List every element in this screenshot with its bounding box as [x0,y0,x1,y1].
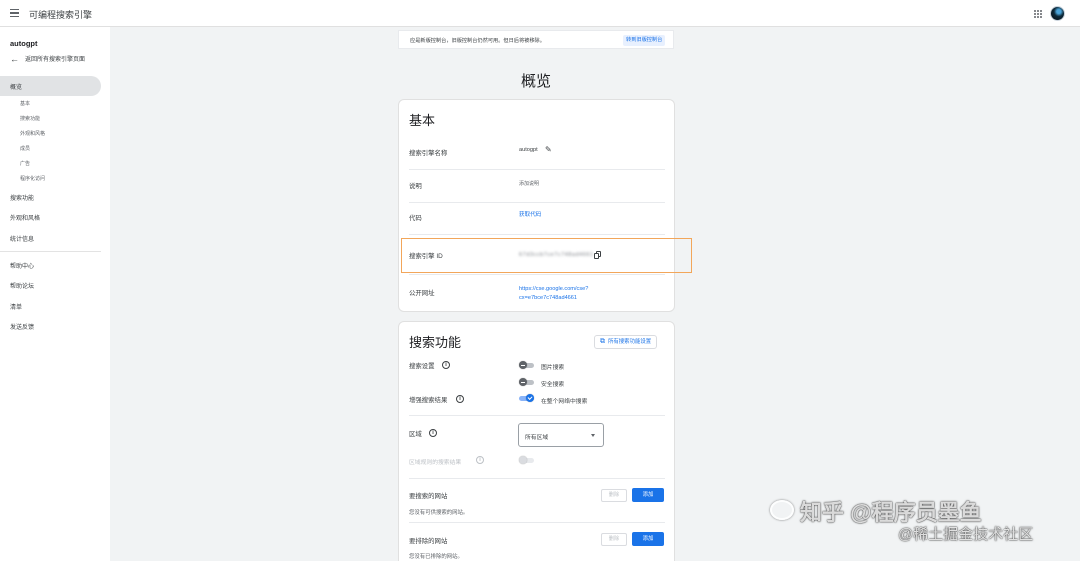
delete-excluded-site-button: 删除 [601,533,627,546]
excluded-empty-text: 您没有已排除的网站。 [409,554,463,560]
add-excluded-site-button[interactable]: 添加 [632,532,664,546]
row-separator [409,522,665,523]
sites-to-exclude-label: 要排除的网站 [409,538,448,545]
sidebar: autogpt ← 返回所有搜索引擎页面 概览 基本 搜索功能 外观和风格 成员… [0,27,110,561]
get-code-link[interactable]: 获取代码 [519,210,541,220]
sidebar-item-search-features[interactable]: 搜索功能 [10,193,34,202]
sidebar-item-checklist[interactable]: 清单 [10,302,22,311]
sidebar-item-look-and-feel[interactable]: 外观和风格 [10,213,40,222]
image-search-toggle[interactable] [519,361,534,369]
public-url-label: 公开网址 [409,290,435,297]
safe-search-toggle[interactable] [519,378,534,386]
sites-empty-text: 您没有可供搜索的网站。 [409,510,469,516]
description-label: 说明 [409,183,422,190]
back-label: 返回所有搜索引擎页面 [25,57,86,63]
basic-card: 基本 搜索引擎名称 autogpt ✎ 说明 添加说明 代码 获取代码 搜索引擎… [398,99,675,312]
sidebar-item-help-forum[interactable]: 帮助论坛 [10,281,34,290]
sidebar-subitem-basic[interactable]: 基本 [20,100,30,107]
sidebar-item-overview[interactable]: 概览 [10,82,22,91]
basic-card-title: 基本 [409,113,436,128]
enhanced-results-label: 增强搜索结果 [409,397,448,404]
sidebar-subitem-ads[interactable]: 广告 [20,160,30,167]
info-icon: i [476,456,484,464]
whole-web-label: 在整个网络中搜索 [541,399,588,405]
row-separator [409,478,665,479]
delete-site-button: 删除 [601,489,627,502]
sidebar-subitem-members[interactable]: 成员 [20,145,30,152]
watermark-logo-icon [770,500,794,520]
sidebar-item-help-center[interactable]: 帮助中心 [10,261,34,270]
info-icon[interactable]: i [429,429,437,437]
add-site-button[interactable]: 添加 [632,488,664,502]
engine-name-value: autogpt [519,147,538,153]
row-separator [409,234,665,235]
search-settings-label: 搜索设置 [409,363,435,370]
sidebar-subitem-search-features[interactable]: 搜索功能 [20,115,40,122]
row-separator [409,274,665,275]
region-boost-label: 区域规则的搜索结果 [409,460,462,466]
region-select-value: 所有区域 [525,435,549,441]
whole-web-toggle[interactable] [519,394,534,402]
sidebar-item-send-feedback[interactable]: 发送反馈 [10,322,34,331]
all-search-settings-button[interactable]: ⧉ 所有搜索功能设置 [594,335,658,349]
back-to-engines-link[interactable]: ← 返回所有搜索引擎页面 [10,54,85,63]
info-icon[interactable]: i [442,361,450,369]
region-select[interactable]: 所有区域 [518,423,604,447]
sidebar-subitem-look-and-feel[interactable]: 外观和风格 [20,130,45,137]
app-title: 可编程搜索引擎 [29,10,93,20]
google-apps-icon[interactable] [1034,10,1042,18]
page-title: 概览 [520,73,551,90]
row-separator [409,169,665,170]
edit-square-icon: ⧉ [600,338,605,345]
code-label: 代码 [409,215,422,222]
top-app-bar: 可编程搜索引擎 [0,0,1080,27]
row-separator [409,415,665,416]
add-description-field[interactable]: 添加说明 [519,180,539,187]
info-icon[interactable]: i [456,395,464,403]
legacy-console-banner: 应是新版控制台，旧版控制台仍然可用。但日后将被移除。 转到旧版控制台 [398,30,674,49]
account-avatar[interactable] [1050,6,1065,21]
sidebar-divider [0,251,101,252]
go-to-legacy-console-button[interactable]: 转到旧版控制台 [623,35,666,46]
arrow-back-icon: ← [10,53,19,64]
image-search-label: 图片搜索 [541,365,565,371]
public-url-link-line2[interactable]: cx=e7bce7c748ad4661 [519,293,577,303]
banner-text: 应是新版控制台，旧版控制台仍然可用。但日后将被移除。 [410,38,545,44]
region-label: 区域 [409,431,422,438]
row-separator [409,202,665,203]
watermark-line2: @稀土掘金技术社区 [898,526,1034,543]
page-scrollbar[interactable] [1075,27,1080,561]
region-boost-toggle [519,456,534,464]
sidebar-item-statistics[interactable]: 统计信息 [10,234,34,243]
sidebar-subitem-programmatic-access[interactable]: 程序化访问 [20,175,45,182]
safe-search-label: 安全搜索 [541,382,565,388]
search-features-card-title: 搜索功能 [409,335,462,350]
sites-to-search-label: 要搜索的网站 [409,493,448,500]
search-features-card: 搜索功能 ⧉ 所有搜索功能设置 搜索设置 i 图片搜索 安全搜索 增强搜索结果 … [398,321,675,561]
edit-pencil-icon[interactable]: ✎ [545,145,552,154]
hamburger-menu-icon[interactable] [10,9,19,17]
engine-name-label: 搜索引擎名称 [409,150,448,157]
dropdown-caret-icon [591,434,595,437]
project-name: autogpt [10,39,38,48]
engine-id-highlight-box [401,238,692,273]
settings-button-label: 所有搜索功能设置 [608,339,652,345]
